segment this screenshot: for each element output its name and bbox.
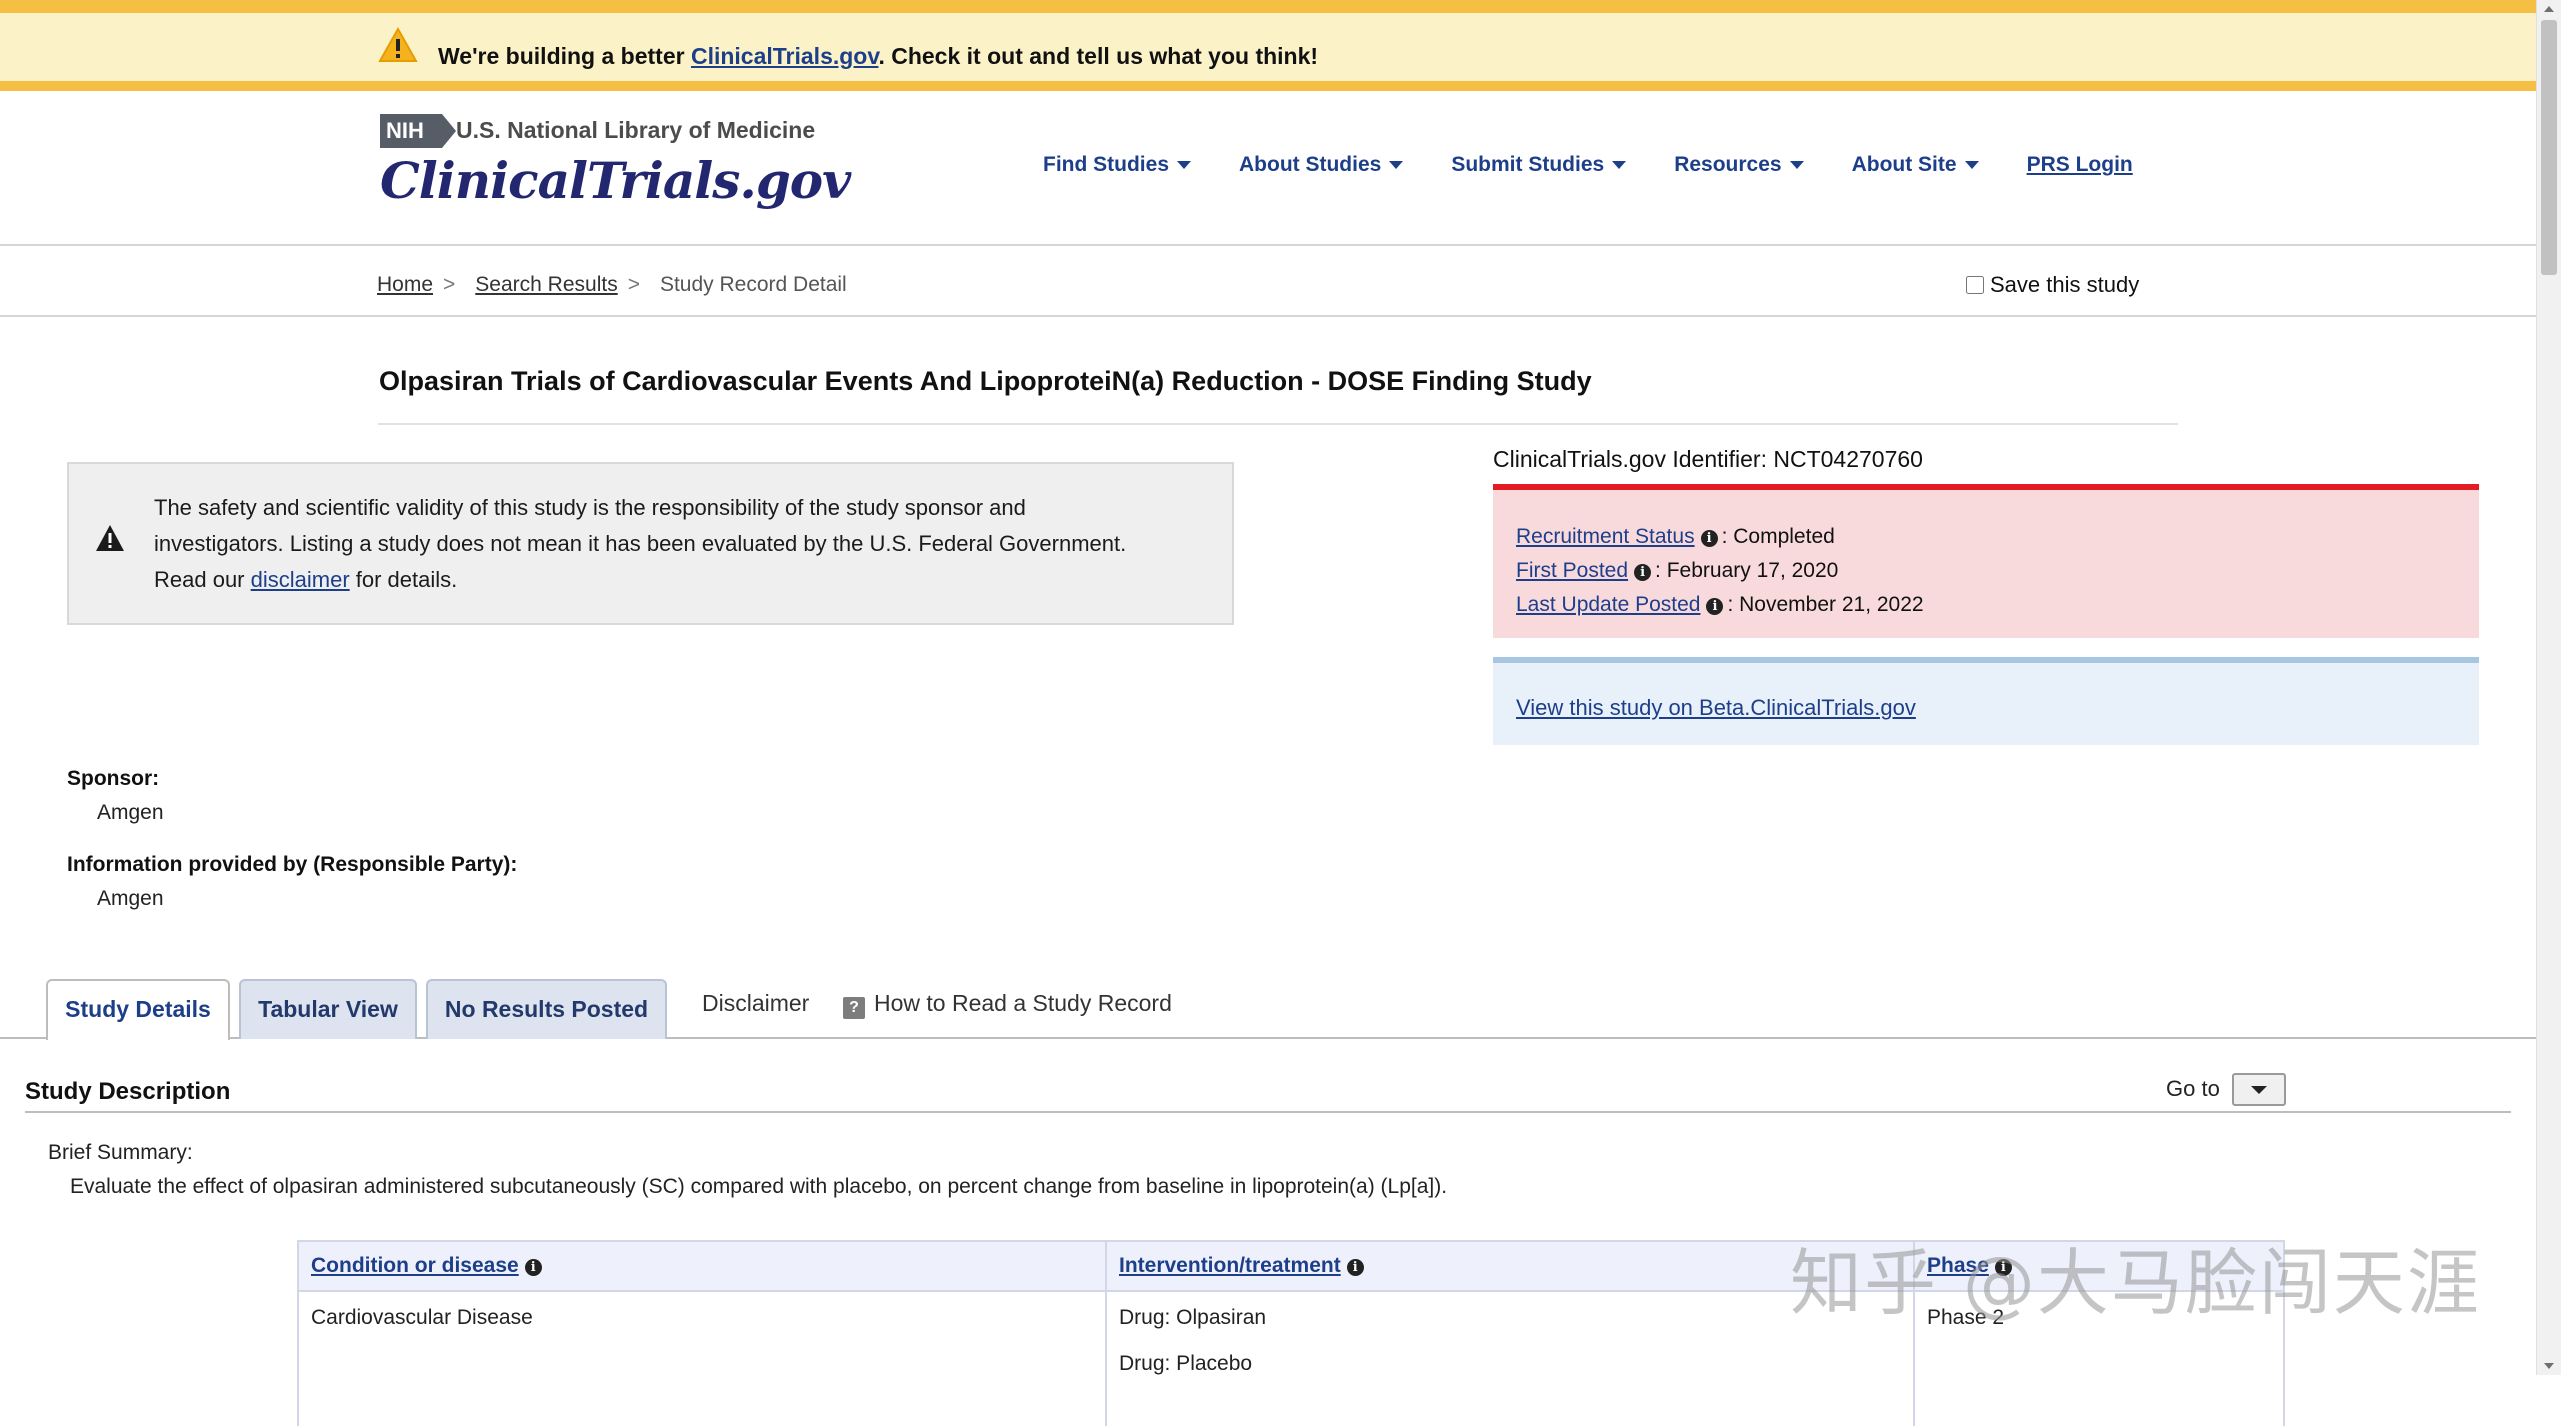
- brief-summary-text: Evaluate the effect of olpasiran adminis…: [70, 1175, 1448, 1198]
- study-title: Olpasiran Trials of Cardiovascular Event…: [379, 366, 1592, 396]
- disclaimer-line: The safety and scientific validity of th…: [154, 495, 1026, 520]
- sponsor-label: Sponsor:: [67, 767, 160, 790]
- beta-link-box: View this study on Beta.ClinicalTrials.g…: [1493, 657, 2479, 745]
- intervention-item: Drug: Olpasiran: [1119, 1306, 1267, 1329]
- section-title: Study Description: [25, 1078, 231, 1105]
- info-icon[interactable]: i: [524, 1259, 542, 1276]
- condition-header-link[interactable]: Condition or disease: [311, 1254, 519, 1277]
- condition-value: Cardiovascular Disease: [311, 1306, 533, 1329]
- main-nav: Find Studies About Studies Submit Studie…: [1043, 153, 2133, 177]
- disclaimer-tab-link[interactable]: Disclaimer: [702, 990, 809, 1017]
- banner-text-suffix: . Check it out and tell us what you thin…: [878, 43, 1319, 69]
- breadcrumb-home[interactable]: Home: [377, 273, 433, 296]
- responsible-party-label: Information provided by (Responsible Par…: [67, 853, 518, 876]
- banner-text-prefix: We're building a better: [438, 43, 691, 69]
- goto-dropdown-button[interactable]: [2232, 1073, 2286, 1106]
- save-study-label: Save this study: [1990, 272, 2140, 297]
- info-icon[interactable]: i: [1346, 1259, 1364, 1276]
- nav-about-site-label: About Site: [1851, 153, 1957, 176]
- study-identifier: ClinicalTrials.gov Identifier: NCT042707…: [1493, 446, 1923, 472]
- section-divider: [25, 1111, 2511, 1113]
- sponsor-value: Amgen: [97, 801, 164, 824]
- tab-tabular-view[interactable]: Tabular View: [239, 979, 417, 1039]
- intervention-header-link[interactable]: Intervention/treatment: [1119, 1254, 1341, 1277]
- nav-about-studies[interactable]: About Studies: [1239, 153, 1404, 177]
- disclaimer-text-post: for details.: [349, 567, 458, 592]
- disclaimer-line: Read our disclaimer for details.: [154, 562, 1184, 598]
- nav-about-studies-label: About Studies: [1239, 153, 1382, 176]
- tab-study-details[interactable]: Study Details: [46, 979, 230, 1040]
- last-update-row: Last Update Posted i: November 21, 2022: [1516, 588, 2479, 622]
- banner-text: We're building a better ClinicalTrials.g…: [438, 43, 1318, 70]
- disclaimer-box: The safety and scientific validity of th…: [67, 462, 1234, 625]
- tab-no-results-posted[interactable]: No Results Posted: [426, 979, 667, 1039]
- caret-down-icon: [1789, 161, 1804, 170]
- goto-label: Go to: [2166, 1076, 2220, 1101]
- disclaimer-text: The safety and scientific validity of th…: [154, 490, 1184, 598]
- breadcrumb-current: Study Record Detail: [659, 273, 847, 296]
- caret-down-icon: [1177, 161, 1191, 170]
- info-icon[interactable]: i: [1700, 530, 1718, 547]
- beta-announcement-banner: We're building a better ClinicalTrials.g…: [0, 0, 2536, 91]
- nlm-org-name[interactable]: U.S. National Library of Medicine: [456, 117, 815, 144]
- how-to-read-link[interactable]: ? How to Read a Study Record: [843, 990, 1172, 1019]
- table-cell: Cardiovascular Disease: [297, 1291, 1107, 1426]
- disclaimer-line: investigators. Listing a study does not …: [154, 531, 1127, 556]
- responsible-party-value: Amgen: [97, 887, 164, 910]
- breadcrumb-search-results[interactable]: Search Results: [475, 273, 617, 296]
- nav-submit-studies[interactable]: Submit Studies: [1451, 153, 1627, 177]
- nav-submit-studies-label: Submit Studies: [1451, 153, 1605, 176]
- first-posted-row: First Posted i: February 17, 2020: [1516, 554, 2479, 588]
- scroll-down-arrow-icon[interactable]: [2544, 1363, 2554, 1369]
- last-update-link[interactable]: Last Update Posted: [1516, 593, 1700, 616]
- info-icon[interactable]: i: [1634, 564, 1652, 581]
- warning-icon: [378, 27, 418, 62]
- brief-summary-label: Brief Summary:: [48, 1141, 193, 1164]
- breadcrumb-bar: Home > Search Results > Study Record Detail …: [0, 246, 2536, 317]
- last-update-value: : November 21, 2022: [1727, 593, 1924, 616]
- site-header: NIH U.S. National Library of Medicine Cl…: [0, 91, 2536, 246]
- save-study-input[interactable]: [1966, 276, 1984, 294]
- clinicaltrials-logo[interactable]: ClinicalTrials.gov: [380, 151, 851, 210]
- disclaimer-link[interactable]: disclaimer: [251, 567, 350, 592]
- recruitment-status-value: : Completed: [1721, 525, 1835, 548]
- caret-down-icon: [1612, 161, 1627, 170]
- breadcrumb-separator: >: [627, 273, 640, 296]
- help-icon: ?: [843, 997, 865, 1019]
- nih-logo-badge[interactable]: NIH: [380, 114, 456, 148]
- nav-resources[interactable]: Resources: [1674, 153, 1804, 177]
- breadcrumb: Home > Search Results > Study Record Detail: [377, 273, 847, 297]
- caret-down-icon: [1964, 161, 1979, 170]
- scrollbar-thumb[interactable]: [2541, 20, 2557, 275]
- watermark: 知乎 @大马脸闯天涯: [1790, 1241, 2481, 1325]
- title-divider: [378, 423, 2178, 425]
- nav-resources-label: Resources: [1674, 153, 1782, 176]
- first-posted-value: : February 17, 2020: [1655, 559, 1839, 582]
- nav-about-site[interactable]: About Site: [1852, 153, 1979, 177]
- nav-find-studies-label: Find Studies: [1043, 153, 1169, 176]
- recruitment-status-link[interactable]: Recruitment Status: [1516, 525, 1695, 548]
- save-study-checkbox[interactable]: Save this study: [1966, 272, 2139, 298]
- disclaimer-text-pre: Read our: [154, 567, 251, 592]
- nav-find-studies[interactable]: Find Studies: [1043, 153, 1191, 177]
- scroll-up-arrow-icon[interactable]: [2544, 6, 2554, 12]
- nav-prs-login[interactable]: PRS Login: [2027, 153, 2133, 177]
- page-scrollbar[interactable]: [2536, 0, 2561, 1375]
- info-icon[interactable]: i: [1706, 598, 1724, 615]
- recruitment-status-row: Recruitment Status i: Completed: [1516, 520, 2479, 554]
- breadcrumb-separator: >: [443, 273, 456, 296]
- banner-link[interactable]: ClinicalTrials.gov: [691, 43, 878, 69]
- how-to-read-label: How to Read a Study Record: [874, 990, 1172, 1016]
- warning-icon: [96, 525, 124, 551]
- table-header: Condition or disease i: [297, 1240, 1107, 1292]
- beta-study-link[interactable]: View this study on Beta.ClinicalTrials.g…: [1516, 695, 1916, 721]
- status-box: Recruitment Status i: Completed First Pos…: [1493, 484, 2479, 638]
- intervention-item: Drug: Placebo: [1119, 1352, 1253, 1375]
- first-posted-link[interactable]: First Posted: [1516, 559, 1628, 582]
- caret-down-icon: [1389, 161, 1404, 170]
